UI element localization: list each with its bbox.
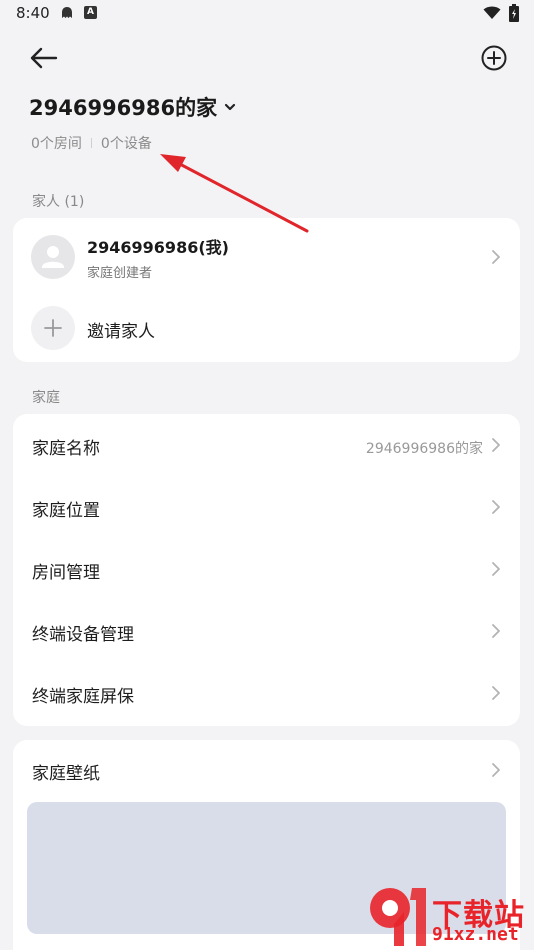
wifi-icon (483, 6, 501, 19)
home-location-label: 家庭位置 (32, 501, 100, 521)
invite-member-row[interactable]: 邀请家人 (13, 296, 520, 362)
member-role: 家庭创建者 (87, 266, 153, 281)
chevron-right-icon (492, 686, 500, 700)
terminal-device-management-row[interactable]: 终端设备管理 (13, 600, 520, 662)
watermark-url: 91xz.net (432, 924, 519, 945)
summary-divider (90, 138, 92, 148)
home-switcher[interactable]: 2946996986的家 (29, 92, 237, 122)
invite-plus-button (31, 306, 75, 350)
home-location-row[interactable]: 家庭位置 (13, 476, 520, 538)
home-settings-card: 家庭名称 2946996986的家 家庭位置 房间管理 终端设备管理 终端家庭屏… (13, 414, 520, 726)
chevron-right-icon (492, 624, 500, 638)
notification-app-icon: A (84, 6, 97, 19)
invite-label: 邀请家人 (87, 322, 155, 342)
home-title: 2946996986的家 (29, 96, 218, 120)
chevron-right-icon (492, 562, 500, 576)
family-section-label: 家人 (1) (32, 194, 85, 210)
back-arrow-icon[interactable] (28, 44, 60, 72)
room-management-label: 房间管理 (32, 563, 100, 583)
notification-ghost-icon (62, 7, 72, 18)
status-time: 8:40 (16, 4, 50, 22)
user-avatar-icon (42, 246, 64, 268)
home-name-row[interactable]: 家庭名称 2946996986的家 (13, 414, 520, 476)
chevron-right-icon (492, 500, 500, 514)
plus-icon (44, 319, 62, 337)
home-name-value: 2946996986的家 (365, 441, 483, 457)
device-count: 0个设备 (100, 136, 152, 152)
terminal-screensaver-label: 终端家庭屏保 (32, 687, 134, 707)
family-card: 2946996986(我) 家庭创建者 邀请家人 (13, 218, 520, 362)
room-management-row[interactable]: 房间管理 (13, 538, 520, 600)
watermark-logo-icon (370, 888, 426, 946)
chevron-right-icon (492, 250, 500, 264)
terminal-screensaver-row[interactable]: 终端家庭屏保 (13, 662, 520, 726)
wallpaper-row[interactable]: 家庭壁纸 (13, 740, 520, 800)
chevron-right-icon (492, 763, 500, 777)
add-circle-icon[interactable] (480, 44, 508, 72)
watermark: 下载站 91xz.net (362, 884, 534, 950)
status-bar: 8:40 A (0, 0, 534, 28)
wallpaper-label: 家庭壁纸 (32, 764, 100, 784)
home-summary: 0个房间 0个设备 (31, 133, 152, 153)
home-section-label: 家庭 (32, 390, 60, 406)
terminal-device-management-label: 终端设备管理 (32, 625, 134, 645)
member-row[interactable]: 2946996986(我) 家庭创建者 (13, 218, 520, 296)
member-name: 2946996986(我) (87, 238, 229, 257)
chevron-down-icon (225, 103, 236, 111)
room-count: 0个房间 (31, 136, 82, 152)
avatar (31, 235, 75, 279)
home-name-label: 家庭名称 (32, 439, 100, 459)
chevron-right-icon (492, 438, 500, 452)
battery-icon (509, 4, 519, 22)
